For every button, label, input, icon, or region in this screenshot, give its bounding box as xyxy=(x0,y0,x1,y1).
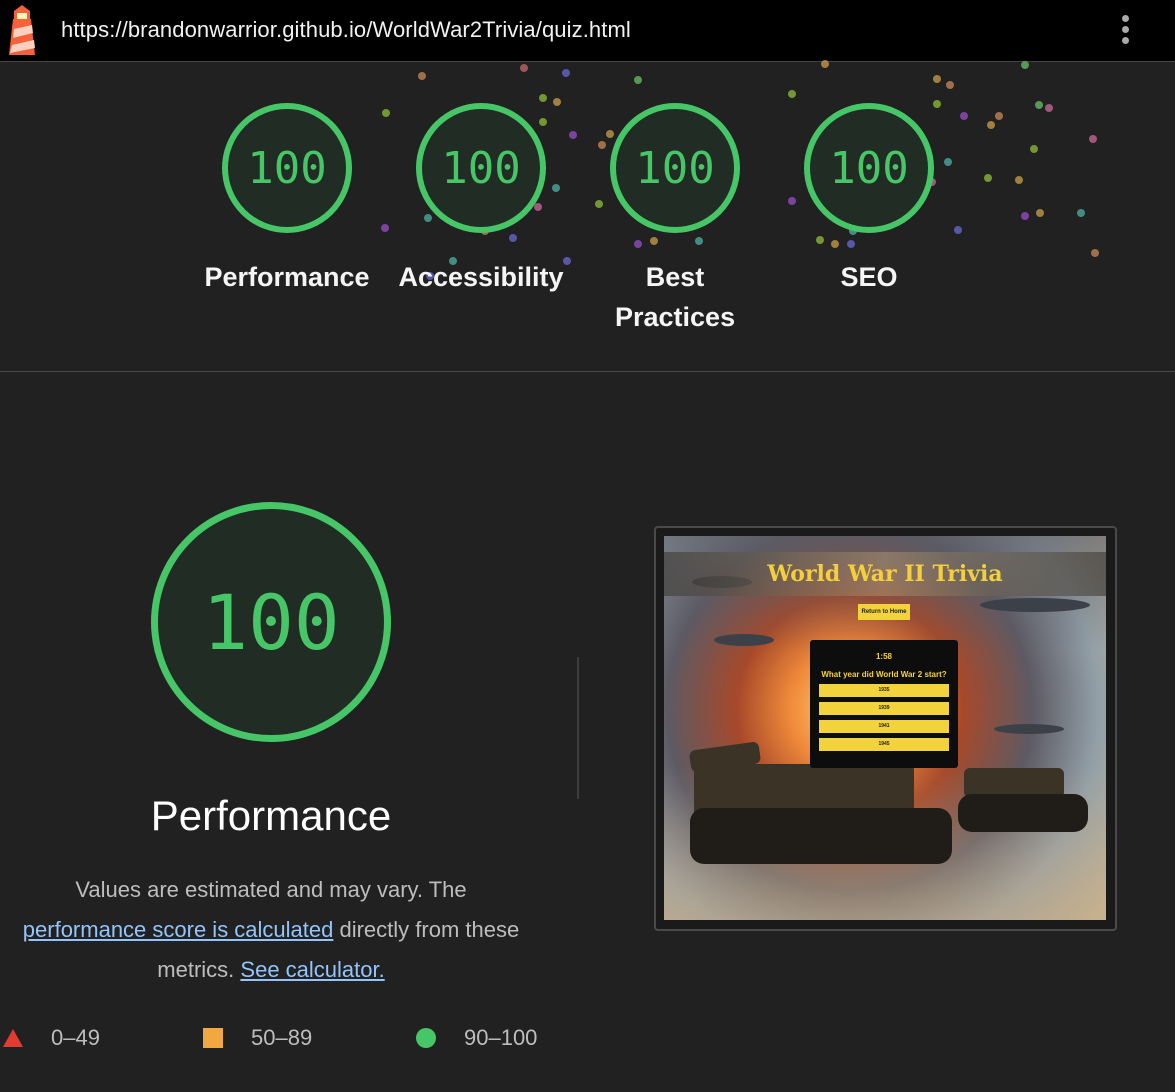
browser-top-bar: https://brandonwarrior.github.io/WorldWa… xyxy=(0,0,1175,62)
section-divider xyxy=(0,371,1175,372)
legend-range: 50–89 xyxy=(251,1025,313,1050)
plane-shape xyxy=(994,724,1064,734)
legend-range: 90–100 xyxy=(464,1025,538,1050)
gauge-seo[interactable]: 100 SEO xyxy=(779,103,959,297)
gauge-score: 100 xyxy=(610,103,740,233)
quiz-timer: 1:58 xyxy=(875,652,892,661)
legend-range: 0–49 xyxy=(51,1025,100,1050)
plane-shape xyxy=(714,634,774,646)
performance-description: Values are estimated and may vary. The p… xyxy=(22,870,520,990)
gauge-label: Performance xyxy=(204,262,370,292)
performance-score-gauge: 100 xyxy=(151,502,391,742)
gauge-label: Best Practices xyxy=(615,262,736,332)
legend-pass: 90–100 xyxy=(416,1025,537,1051)
gauge-accessibility[interactable]: 100 Accessibility xyxy=(391,103,571,297)
site-title: World War II Trivia xyxy=(664,552,1106,596)
gauge-label: SEO xyxy=(840,262,898,292)
legend-fail: 0–49 xyxy=(3,1025,100,1051)
score-calculated-link[interactable]: performance score is calculated xyxy=(23,917,334,942)
performance-title: Performance xyxy=(150,792,392,839)
gauge-score: 100 xyxy=(222,103,352,233)
gauge-performance[interactable]: 100 Performance xyxy=(197,103,377,297)
legend-average: 50–89 xyxy=(203,1025,312,1051)
see-calculator-link[interactable]: See calculator. xyxy=(240,957,384,982)
quiz-card: 1:58 What year did World War 2 start? 19… xyxy=(810,640,958,768)
answer-option: 1941 xyxy=(819,720,949,733)
quiz-question: What year did World War 2 start? xyxy=(821,670,947,679)
circle-icon xyxy=(416,1028,436,1048)
kebab-menu-icon[interactable] xyxy=(1117,12,1133,50)
triangle-icon xyxy=(3,1029,23,1047)
square-icon xyxy=(203,1028,223,1048)
answer-option: 1935 xyxy=(819,684,949,697)
lighthouse-icon xyxy=(9,5,35,55)
plane-shape xyxy=(980,598,1090,612)
gauge-score: 100 xyxy=(804,103,934,233)
description-text: Values are estimated and may vary. The xyxy=(75,877,467,902)
vertical-divider xyxy=(577,657,579,799)
answer-option: 1939 xyxy=(819,702,949,715)
return-home-button: Return to Home xyxy=(858,604,910,620)
answer-option: 1945 xyxy=(819,738,949,751)
gauge-best-practices[interactable]: 100 Best Practices xyxy=(585,103,765,337)
tank-tread xyxy=(690,808,952,864)
gauge-label: Accessibility xyxy=(398,262,564,292)
page-url[interactable]: https://brandonwarrior.github.io/WorldWa… xyxy=(61,17,631,43)
tank-tread xyxy=(958,794,1088,832)
gauge-score: 100 xyxy=(416,103,546,233)
final-screenshot[interactable]: World War II Trivia Return to Home 1:58 … xyxy=(664,536,1106,920)
